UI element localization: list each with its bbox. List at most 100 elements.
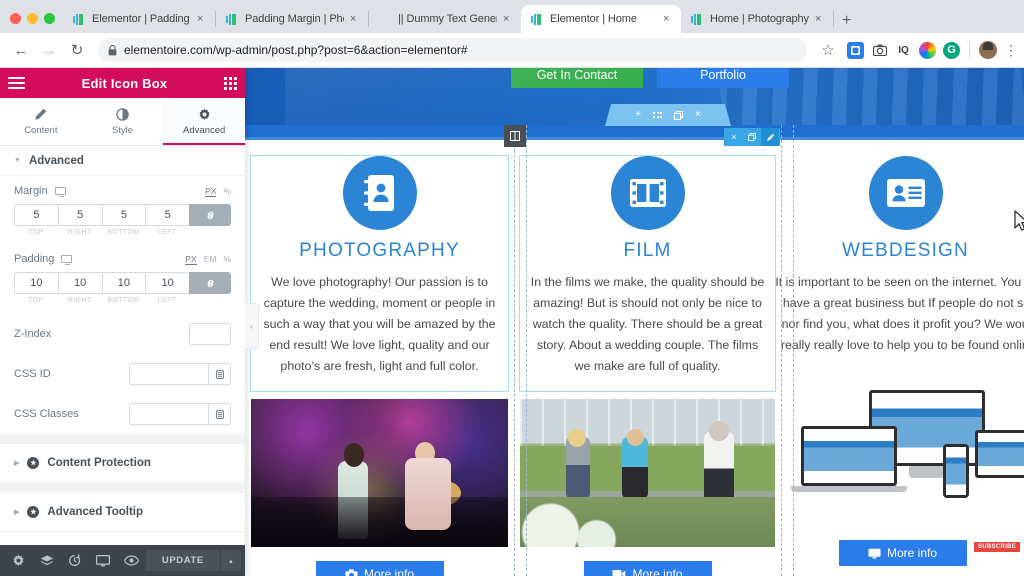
- settings-icon[interactable]: [4, 545, 32, 576]
- maximize-window-button[interactable]: [44, 13, 55, 24]
- padding-top-label: TOP: [28, 297, 44, 304]
- browser-menu-icon[interactable]: ⋮: [1004, 43, 1018, 57]
- margin-top-input[interactable]: [14, 204, 58, 226]
- more-info-button-webdesign[interactable]: More info: [838, 540, 967, 566]
- duplicate-section-icon[interactable]: [674, 111, 683, 120]
- responsive-device-icon[interactable]: [61, 255, 73, 265]
- browser-window: Elementor | Padding Margin × Padding Mar…: [0, 0, 1024, 576]
- grammarly-extension-icon[interactable]: G: [943, 41, 960, 59]
- portfolio-button[interactable]: Portfolio: [657, 68, 789, 88]
- update-button[interactable]: UPDATE: [145, 550, 220, 571]
- margin-bottom-input[interactable]: [101, 204, 146, 226]
- padding-right-input[interactable]: [57, 272, 102, 294]
- history-icon[interactable]: [61, 545, 89, 576]
- mouse-cursor: [1014, 210, 1024, 232]
- css-classes-label: CSS Classes: [14, 408, 79, 420]
- duplicate-widget-icon[interactable]: [743, 128, 761, 146]
- section-columns-icon[interactable]: [653, 112, 662, 118]
- tab-close-button[interactable]: ×: [503, 13, 513, 25]
- margin-left-input[interactable]: [145, 204, 189, 226]
- url-input[interactable]: elementoire.com/wp-admin/post.php?post=6…: [98, 38, 807, 62]
- browser-tab-1[interactable]: Padding Margin | Photograp ×: [216, 5, 368, 33]
- tab-content[interactable]: Content: [0, 98, 82, 145]
- icon-box-webdesign[interactable]: WEBDESIGN It is important to be seen on …: [775, 156, 1024, 370]
- accordion-content-protection[interactable]: ▶ ★ Content Protection: [0, 443, 245, 483]
- bookmark-star-icon[interactable]: ☆: [815, 37, 841, 63]
- edit-widget-icon[interactable]: [761, 128, 779, 146]
- tab-advanced[interactable]: Advanced: [163, 98, 246, 145]
- screenshot-extension-icon[interactable]: [871, 42, 888, 59]
- hamburger-icon[interactable]: [8, 77, 25, 89]
- chevron-right-icon: ▶: [14, 460, 20, 467]
- accordion-advanced-tooltip[interactable]: ▶ ★ Advanced Tooltip: [0, 492, 245, 532]
- tab-title: || Dummy Text Generator | L: [398, 13, 497, 25]
- unit-em[interactable]: EM: [204, 254, 217, 264]
- tab-close-button[interactable]: ×: [350, 13, 360, 25]
- remove-section-icon[interactable]: ×: [695, 110, 701, 120]
- reload-button[interactable]: ↻: [64, 37, 90, 63]
- section-highlight-band: [245, 125, 1024, 137]
- panel-collapse-handle[interactable]: ‹: [245, 303, 259, 349]
- zindex-input[interactable]: [189, 323, 231, 345]
- update-options-caret[interactable]: ▴: [220, 550, 241, 571]
- zindex-label: Z-Index: [14, 328, 52, 340]
- margin-units[interactable]: PX %: [205, 186, 231, 197]
- new-tab-button[interactable]: +: [834, 13, 859, 33]
- pro-lock-icon[interactable]: [209, 403, 231, 425]
- padding-left-input[interactable]: [145, 272, 189, 294]
- profile-avatar[interactable]: [979, 41, 997, 59]
- responsive-icon[interactable]: [89, 545, 117, 576]
- unit-percent[interactable]: %: [223, 254, 231, 264]
- colorpicker-extension-icon[interactable]: [919, 41, 936, 59]
- unit-px[interactable]: PX: [185, 254, 197, 265]
- navigator-icon[interactable]: [32, 545, 60, 576]
- margin-right-input[interactable]: [57, 204, 102, 226]
- advanced-section-header[interactable]: ▼ Advanced: [0, 146, 245, 176]
- padding-units[interactable]: PX EM %: [185, 254, 231, 265]
- subscribe-badge[interactable]: SUBSCRIBE: [973, 542, 1020, 552]
- pro-lock-icon[interactable]: [209, 363, 231, 385]
- section-toolbar[interactable]: + ×: [605, 104, 731, 126]
- responsive-device-icon[interactable]: [54, 187, 66, 197]
- tab-close-button[interactable]: ×: [663, 13, 673, 25]
- grid-apps-icon[interactable]: [223, 76, 237, 90]
- icon-box-film[interactable]: FILM In the films we make, the quality s…: [519, 155, 776, 392]
- tab-close-button[interactable]: ×: [815, 13, 825, 25]
- tab-title: Elementor | Home: [550, 13, 637, 25]
- padding-top-input[interactable]: [14, 272, 58, 294]
- card-description: In the films we make, the quality should…: [530, 275, 765, 373]
- back-button[interactable]: ←: [8, 37, 34, 63]
- pocket-extension-icon[interactable]: [847, 41, 864, 59]
- preview-icon[interactable]: [118, 545, 146, 576]
- margin-link-values-button[interactable]: [189, 204, 231, 226]
- padding-link-values-button[interactable]: [189, 272, 231, 294]
- tab-close-button[interactable]: ×: [197, 13, 207, 25]
- more-info-button-photography[interactable]: More info: [315, 561, 444, 576]
- browser-tab-2[interactable]: || Dummy Text Generator | L ×: [369, 5, 521, 33]
- unit-px[interactable]: PX: [205, 186, 217, 197]
- column-handle[interactable]: [504, 125, 526, 147]
- padding-bottom-input[interactable]: [101, 272, 146, 294]
- widget-toolbar[interactable]: ×: [724, 128, 780, 146]
- panel-title: Edit Icon Box: [81, 75, 168, 91]
- iq-extension-icon[interactable]: IQ: [895, 42, 912, 59]
- css-classes-input[interactable]: [129, 403, 209, 425]
- tab-style[interactable]: Style: [82, 98, 164, 145]
- css-id-input[interactable]: [129, 363, 209, 385]
- unit-percent[interactable]: %: [223, 186, 231, 196]
- contrast-icon: [116, 107, 129, 121]
- get-in-contact-button[interactable]: Get In Contact: [511, 68, 643, 88]
- remove-widget-icon[interactable]: ×: [725, 128, 743, 146]
- margin-label: Margin: [14, 185, 48, 197]
- browser-tab-4[interactable]: Home | Photography | Film ×: [681, 5, 833, 33]
- forward-button[interactable]: →: [36, 37, 62, 63]
- minimize-window-button[interactable]: [27, 13, 38, 24]
- icon-box-photography[interactable]: PHOTOGRAPHY We love photography! Our pas…: [250, 155, 509, 392]
- film-image: [520, 399, 775, 547]
- more-info-button-film[interactable]: More info: [583, 561, 712, 576]
- browser-tab-0[interactable]: Elementor | Padding Margin ×: [63, 5, 215, 33]
- close-window-button[interactable]: [10, 13, 21, 24]
- browser-tab-3-active[interactable]: Elementor | Home ×: [521, 5, 681, 33]
- gear-icon: [198, 108, 211, 121]
- add-section-icon[interactable]: +: [635, 110, 641, 120]
